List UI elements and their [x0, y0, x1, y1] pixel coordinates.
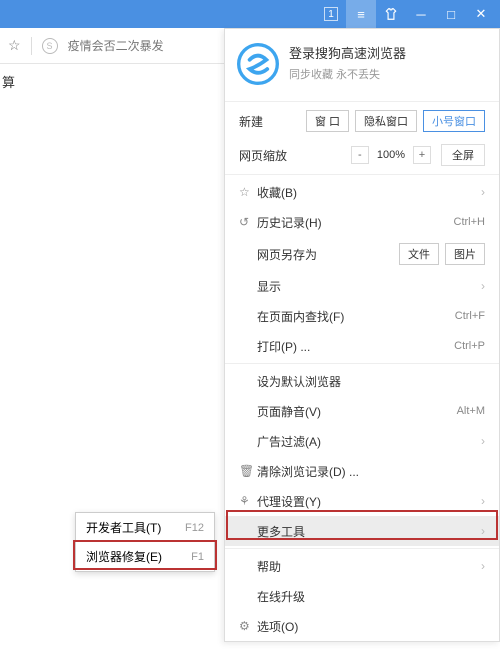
menu-label: 更多工具 — [257, 523, 481, 540]
zoom-in-button[interactable]: + — [413, 146, 431, 164]
main-menu: 登录搜狗高速浏览器 同步收藏 永不丢失 新建 窗 口 隐私窗口 小号窗口 网页缩… — [224, 28, 500, 642]
menu-find[interactable]: 在页面内查找(F) Ctrl+F — [225, 301, 499, 331]
submenu-devtools[interactable]: 开发者工具(T) F12 — [76, 513, 214, 542]
menu-display[interactable]: 显示 › — [225, 271, 499, 301]
shortcut: F1 — [191, 551, 204, 563]
menu-label: 打印(P) ... — [257, 338, 454, 355]
new-row: 新建 窗 口 隐私窗口 小号窗口 — [225, 104, 499, 138]
shortcut: Ctrl+P — [454, 340, 485, 352]
chevron-right-icon: › — [481, 559, 485, 573]
zoom-controls: - 100% + — [351, 146, 431, 164]
gear-icon: ⚙ — [239, 619, 257, 633]
menu-button[interactable]: ≡ — [346, 0, 376, 28]
menu-label: 收藏(B) — [257, 184, 481, 201]
save-buttons: 文件 图片 — [399, 243, 485, 265]
separator — [225, 363, 499, 364]
bookmark-star-icon[interactable]: ☆ — [8, 37, 21, 54]
menu-clear[interactable]: 🗑 清除浏览记录(D) ... — [225, 456, 499, 486]
menu-default-browser[interactable]: 设为默认浏览器 — [225, 366, 499, 396]
separator — [225, 101, 499, 102]
divider — [31, 37, 32, 55]
star-icon: ☆ — [239, 185, 257, 199]
new-window-button[interactable]: 窗 口 — [306, 110, 349, 132]
link-icon: ⚘ — [239, 494, 257, 508]
shortcut: Ctrl+H — [454, 216, 485, 228]
menu-label: 清除浏览记录(D) ... — [257, 463, 485, 480]
sogou-logo-icon — [237, 43, 279, 85]
submenu-label: 浏览器修复(E) — [86, 548, 162, 565]
titlebar: 1 ≡ ─ □ ✕ — [0, 0, 500, 28]
menu-label: 帮助 — [257, 558, 481, 575]
menu-label: 代理设置(Y) — [257, 493, 481, 510]
save-image-button[interactable]: 图片 — [445, 243, 485, 265]
shortcut: F12 — [185, 522, 204, 534]
save-file-button[interactable]: 文件 — [399, 243, 439, 265]
shortcut: Alt+M — [457, 405, 485, 417]
address-hint: 疫情会否二次暴发 — [68, 37, 164, 54]
close-button[interactable]: ✕ — [466, 0, 496, 28]
menu-mute[interactable]: 页面静音(V) Alt+M — [225, 396, 499, 426]
chevron-right-icon: › — [481, 185, 485, 199]
menu-history[interactable]: ↺ 历史记录(H) Ctrl+H — [225, 207, 499, 237]
new-small-button[interactable]: 小号窗口 — [423, 110, 485, 132]
menu-label: 选项(O) — [257, 618, 485, 635]
zoom-label: 网页缩放 — [239, 147, 351, 164]
chevron-right-icon: › — [481, 434, 485, 448]
separator — [225, 548, 499, 549]
menu-label: 网页另存为 — [257, 246, 399, 263]
tab-count-box: 1 — [324, 7, 338, 21]
menu-save: 网页另存为 文件 图片 — [225, 237, 499, 271]
sogou-icon: S — [42, 38, 58, 54]
menu-help[interactable]: 帮助 › — [225, 551, 499, 581]
chevron-right-icon: › — [481, 524, 485, 538]
submenu-repair[interactable]: 浏览器修复(E) F1 — [76, 542, 214, 571]
menu-label: 在页面内查找(F) — [257, 308, 455, 325]
fullscreen-button[interactable]: 全屏 — [441, 144, 485, 166]
new-buttons: 窗 口 隐私窗口 小号窗口 — [306, 110, 485, 132]
submenu-label: 开发者工具(T) — [86, 519, 161, 536]
menu-adblock[interactable]: 广告过滤(A) › — [225, 426, 499, 456]
new-label: 新建 — [239, 113, 306, 130]
account-row[interactable]: 登录搜狗高速浏览器 同步收藏 永不丢失 — [225, 29, 499, 99]
zoom-row: 网页缩放 - 100% + 全屏 — [225, 138, 499, 172]
zoom-value: 100% — [373, 149, 409, 161]
tab-count[interactable]: 1 — [316, 0, 346, 28]
clock-icon: ↺ — [239, 215, 257, 229]
shortcut: Ctrl+F — [455, 310, 485, 322]
menu-label: 设为默认浏览器 — [257, 373, 485, 390]
menu-more-tools[interactable]: 更多工具 › — [225, 516, 499, 546]
account-title: 登录搜狗高速浏览器 — [289, 43, 406, 62]
new-private-button[interactable]: 隐私窗口 — [355, 110, 417, 132]
menu-favorites[interactable]: ☆ 收藏(B) › — [225, 177, 499, 207]
zoom-out-button[interactable]: - — [351, 146, 369, 164]
maximize-button[interactable]: □ — [436, 0, 466, 28]
minimize-button[interactable]: ─ — [406, 0, 436, 28]
menu-label: 广告过滤(A) — [257, 433, 481, 450]
account-text: 登录搜狗高速浏览器 同步收藏 永不丢失 — [289, 43, 406, 85]
account-sub: 同步收藏 永不丢失 — [289, 66, 406, 82]
page-fragment: 算 — [0, 72, 15, 91]
menu-proxy[interactable]: ⚘ 代理设置(Y) › — [225, 486, 499, 516]
menu-print[interactable]: 打印(P) ... Ctrl+P — [225, 331, 499, 361]
menu-upgrade[interactable]: 在线升级 — [225, 581, 499, 611]
chevron-right-icon: › — [481, 279, 485, 293]
menu-options[interactable]: ⚙ 选项(O) — [225, 611, 499, 641]
menu-label: 页面静音(V) — [257, 403, 457, 420]
chevron-right-icon: › — [481, 494, 485, 508]
more-tools-submenu: 开发者工具(T) F12 浏览器修复(E) F1 — [75, 512, 215, 572]
separator — [225, 174, 499, 175]
menu-label: 在线升级 — [257, 588, 485, 605]
skin-button[interactable] — [376, 0, 406, 28]
menu-label: 历史记录(H) — [257, 214, 454, 231]
trash-icon: 🗑 — [239, 464, 257, 478]
menu-label: 显示 — [257, 278, 481, 295]
